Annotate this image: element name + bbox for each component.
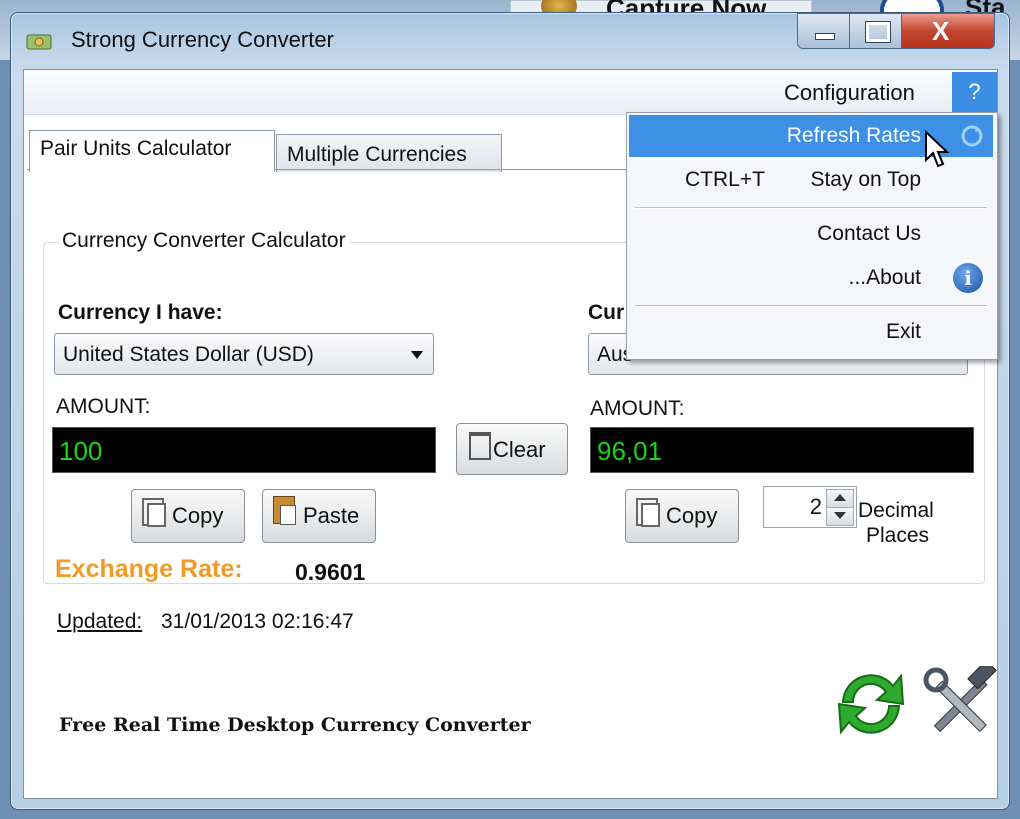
menu-item-label: Refresh Rates: [786, 124, 921, 147]
paste-label: Paste: [303, 503, 360, 528]
updated-timestamp: 31/01/2013 02:16:47: [161, 610, 354, 633]
amount-input-left[interactable]: 100: [52, 427, 436, 473]
money-icon: [26, 34, 52, 50]
paste-icon: [273, 496, 296, 525]
trash-icon: [469, 432, 491, 460]
menu-separator: [635, 305, 987, 307]
currency-have-select[interactable]: United States Dollar (USD): [54, 333, 434, 375]
clear-label: Clear: [493, 437, 546, 462]
menu-item-label: ...About: [848, 266, 921, 289]
currency-want-label: Cur: [588, 301, 625, 324]
stepper-up-button[interactable]: [826, 489, 854, 508]
paste-button[interactable]: Paste: [262, 489, 376, 543]
menu-item-exit[interactable]: Exit: [629, 311, 993, 353]
decimal-places-stepper[interactable]: 2: [763, 486, 857, 528]
info-icon: i: [953, 263, 983, 293]
mouse-cursor-icon: [925, 130, 950, 168]
menu-separator: [635, 207, 987, 209]
window-title: Strong Currency Converter: [71, 27, 334, 52]
copy-right-button[interactable]: Copy: [625, 489, 739, 543]
menu-configuration[interactable]: Configuration: [784, 80, 915, 106]
menu-item-about[interactable]: ...About i: [629, 257, 993, 299]
footer-tagline: Free Real Time Desktop Currency Converte…: [59, 714, 531, 736]
tab-pair-units[interactable]: Pair Units Calculator: [29, 130, 275, 172]
currency-have-label: Currency I have:: [58, 301, 223, 324]
copy-right-label: Copy: [666, 503, 718, 528]
chevron-down-icon: [411, 351, 423, 359]
minimize-button[interactable]: [797, 13, 851, 49]
copy-left-label: Copy: [172, 503, 224, 528]
group-title: Currency Converter Calculator: [58, 229, 350, 253]
copy-left-button[interactable]: Copy: [131, 489, 245, 543]
menu-item-contact-us[interactable]: Contact Us: [629, 213, 993, 255]
decimal-places-value: 2: [809, 494, 822, 519]
decimal-label-line1: Decimal: [858, 499, 934, 522]
menu-item-label: Contact Us: [817, 222, 921, 245]
close-icon: X: [932, 16, 950, 46]
updated-label[interactable]: Updated:: [57, 610, 142, 634]
menu-item-label: Exit: [885, 320, 921, 343]
clear-button[interactable]: Clear: [456, 423, 568, 475]
menu-help[interactable]: ?: [952, 72, 997, 112]
stepper-down-button[interactable]: [826, 507, 854, 526]
menu-item-shortcut: CTRL+T: [685, 168, 765, 191]
refresh-icon: [961, 125, 983, 147]
copy-icon: [636, 498, 660, 527]
currency-have-value: United States Dollar (USD): [63, 343, 314, 366]
amount-label-right: AMOUNT:: [590, 397, 685, 420]
menubar: Configuration ?: [24, 70, 997, 115]
maximize-button[interactable]: [849, 13, 903, 49]
refresh-rates-icon[interactable]: [831, 664, 911, 744]
amount-output-right[interactable]: 96,01: [590, 427, 974, 473]
exchange-rate-label: Exchange Rate:: [55, 555, 243, 583]
close-button[interactable]: X: [901, 13, 995, 49]
tools-icon[interactable]: [922, 666, 1000, 746]
copy-icon: [142, 498, 166, 527]
amount-label-left: AMOUNT:: [56, 395, 151, 418]
menu-item-label: Stay on Top: [810, 168, 921, 191]
tab-multiple-currencies[interactable]: Multiple Currencies: [276, 134, 502, 172]
exchange-rate-value: 0.9601: [295, 559, 366, 585]
decimal-label-line2: Places: [866, 524, 930, 547]
